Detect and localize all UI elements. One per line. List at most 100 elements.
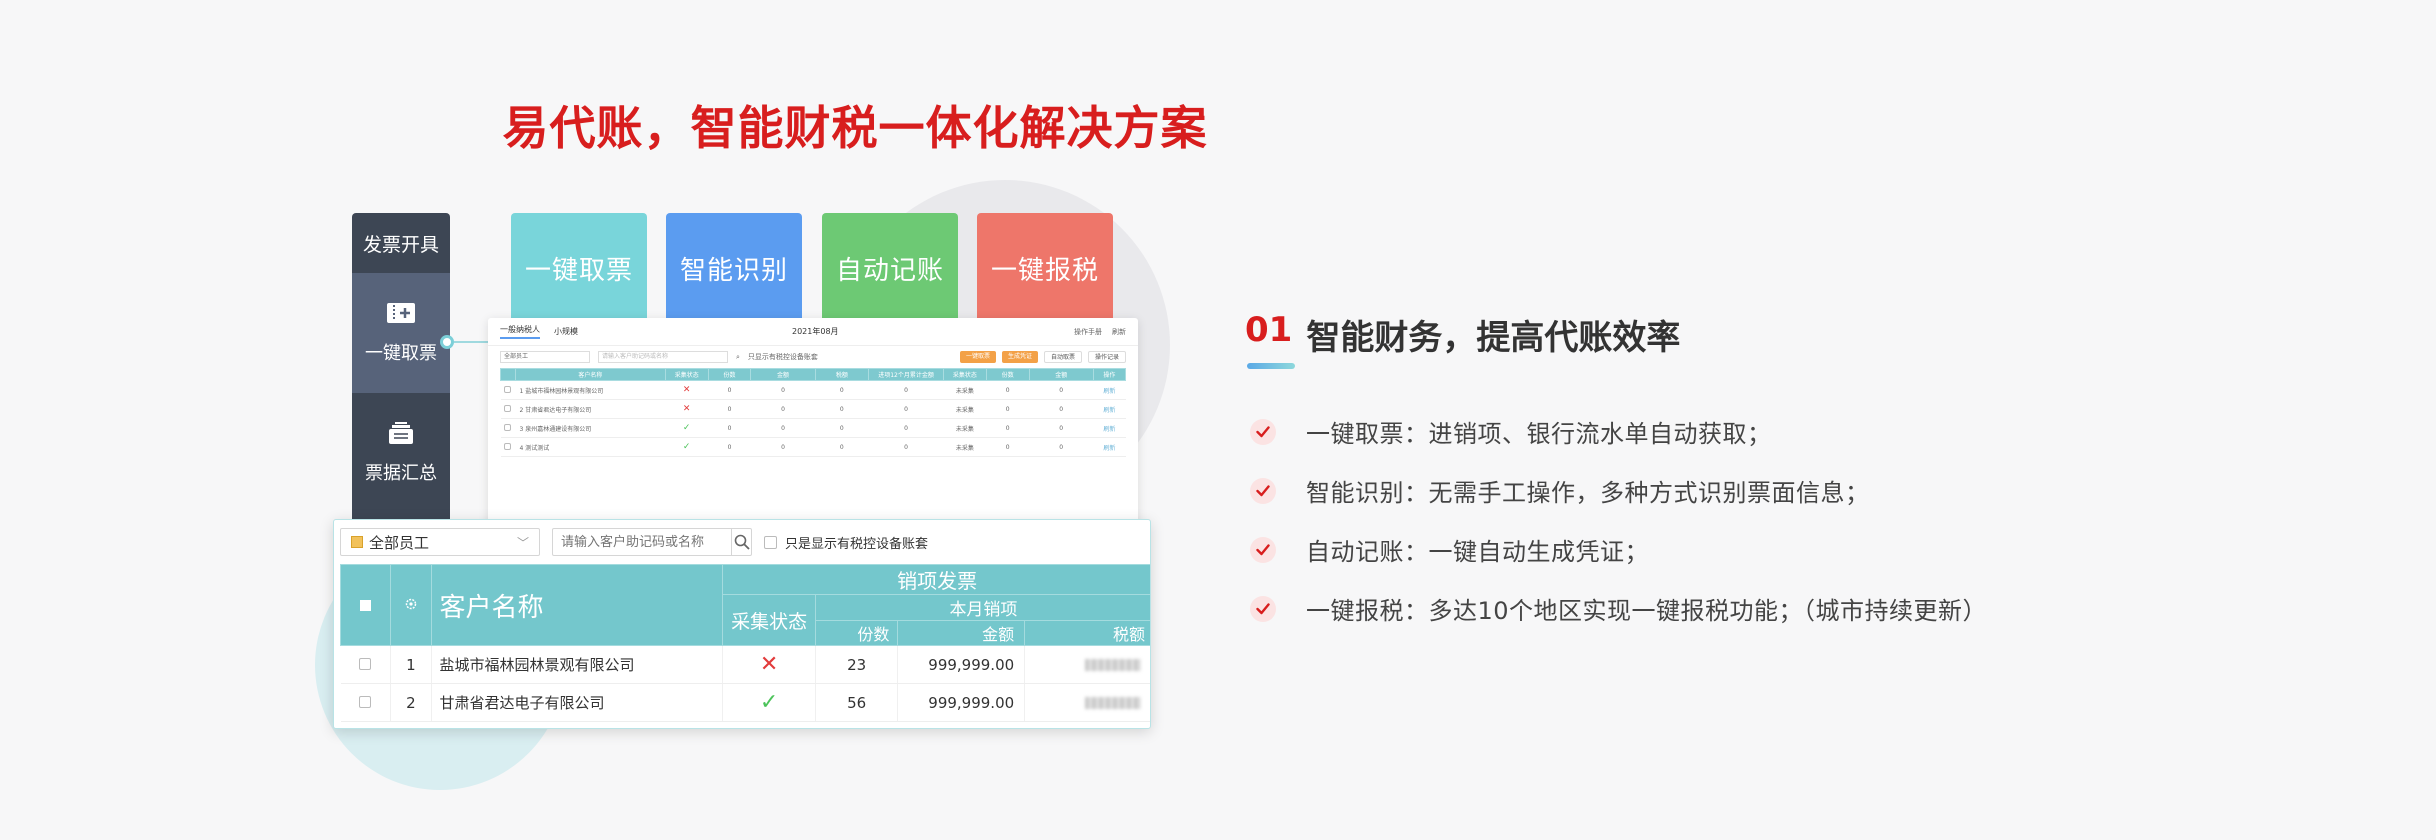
- cell: 0: [1029, 418, 1094, 438]
- sidebar-header[interactable]: 发票开具: [352, 213, 450, 273]
- table-row[interactable]: 1 盐城市福林园林景观有限公司 ✕ 23 999,999.00: [340, 645, 1150, 684]
- select-all-header[interactable]: [500, 368, 516, 381]
- select-all-header[interactable]: [339, 564, 392, 646]
- cell: 0: [750, 437, 816, 457]
- status-fail-icon: ✕: [722, 645, 816, 684]
- header-count: 份数: [707, 368, 752, 381]
- row-checkbox[interactable]: [359, 657, 372, 670]
- cell: 0: [986, 418, 1030, 438]
- cell: 未采集: [943, 399, 987, 419]
- list-item: 一键报税：多达10个地区实现一键报税功能；（城市持续更新）: [1250, 579, 1987, 638]
- cell: 0: [815, 418, 869, 438]
- cell: 0: [708, 437, 751, 457]
- operation-log-button[interactable]: 操作记录: [1087, 351, 1126, 363]
- tile-one-click-fetch[interactable]: 一键取票: [511, 213, 647, 323]
- mini-table: 客户名称 采集状态 份数 金额 税额 进项12个月累计金额 采集状态 份数 金额…: [500, 368, 1127, 457]
- cell: 未采集: [943, 418, 987, 438]
- row-checkbox[interactable]: [504, 442, 512, 450]
- fetch-button[interactable]: 一键取票: [959, 351, 996, 363]
- sidebar-item-label: 一键取票: [365, 343, 437, 364]
- tile-auto-bookkeeping[interactable]: 自动记账: [822, 213, 958, 323]
- manual-link[interactable]: 操作手册: [1074, 327, 1102, 337]
- row-index: 1: [390, 645, 432, 684]
- cell: 0: [986, 437, 1030, 457]
- tile-one-click-tax-filing[interactable]: 一键报税: [977, 213, 1113, 323]
- cell: 0: [815, 437, 869, 457]
- feature-text: 一键报税：多达10个地区实现一键报税功能；（城市持续更新）: [1306, 597, 1988, 625]
- refresh-link[interactable]: 刷新: [1093, 380, 1126, 400]
- cell: 0: [708, 418, 751, 438]
- status-ok-icon: ✓: [665, 418, 709, 438]
- feature-text: 自动记账：一键自动生成凭证；: [1306, 538, 1649, 566]
- list-item: 自动记账：一键自动生成凭证；: [1250, 520, 1987, 579]
- status-fail-icon: ✕: [665, 399, 709, 419]
- header-tax: 税额: [814, 368, 870, 381]
- cell: 0: [986, 380, 1030, 400]
- receipt-stack-icon: [389, 422, 413, 444]
- tile-smart-recognition[interactable]: 智能识别: [666, 213, 802, 323]
- search-input[interactable]: 请输入客户助记码或名称: [598, 351, 728, 363]
- connector-dot: [440, 335, 454, 349]
- feature-text: 一键取票：进销项、银行流水单自动获取；: [1306, 420, 1772, 448]
- header-amount-2: 金额: [1028, 368, 1094, 381]
- invoice-amount: 999,999.00: [897, 683, 1026, 722]
- cell: 未采集: [943, 437, 987, 457]
- auto-fetch-button[interactable]: 自动取票: [1043, 351, 1082, 363]
- cell: 0: [1029, 399, 1094, 419]
- sidebar-item-one-click-fetch[interactable]: 一键取票: [352, 273, 450, 393]
- page-title: 易代账，智能财税一体化解决方案: [502, 101, 1208, 155]
- generate-voucher-button[interactable]: 生成凭证: [1001, 351, 1038, 363]
- refresh-link[interactable]: 刷新: [1093, 418, 1126, 438]
- table-row[interactable]: 4 测试测试 ✓ 0 0 0 0 未采集 0 0 刷新: [500, 437, 1126, 457]
- cell: 0: [750, 399, 816, 419]
- table-row[interactable]: 2 甘肃省君达电子有限公司 ✕ 0 0 0 0 未采集 0 0 刷新: [500, 399, 1126, 419]
- section-heading: 智能财务，提高代账效率: [1306, 318, 1681, 358]
- check-icon: [1250, 536, 1276, 563]
- tab-general-taxpayer[interactable]: 一般纳税人: [500, 324, 540, 339]
- search-input[interactable]: [553, 529, 731, 555]
- refresh-link[interactable]: 刷新: [1093, 399, 1126, 419]
- row-checkbox[interactable]: [359, 695, 372, 708]
- table-row[interactable]: 2 甘肃省君达电子有限公司 ✓ 56 999,999.00: [340, 683, 1150, 722]
- cell: 0: [750, 418, 816, 438]
- list-item: 智能识别：无需手工操作，多种方式识别票面信息；: [1250, 461, 1987, 520]
- header-count-2: 份数: [985, 368, 1030, 381]
- search-box: [552, 528, 752, 556]
- tab-small-scale[interactable]: 小规模: [554, 326, 578, 337]
- search-icon[interactable]: ⌕: [736, 353, 740, 362]
- customer-name: 3 泉州嘉林通建设有限公司: [515, 418, 666, 438]
- search-button[interactable]: [731, 529, 751, 555]
- settings-header[interactable]: [390, 564, 432, 646]
- invoice-count: 56: [815, 683, 899, 722]
- refresh-link[interactable]: 刷新: [1112, 327, 1126, 337]
- row-checkbox[interactable]: [504, 404, 512, 412]
- search-icon: [734, 534, 750, 550]
- sidebar-item-receipt-summary[interactable]: 票据汇总: [352, 393, 450, 513]
- header-amount: 金额: [897, 620, 1026, 646]
- cell: 0: [815, 380, 869, 400]
- select-all-checkbox[interactable]: [360, 599, 372, 611]
- cell: 0: [815, 399, 869, 419]
- customer-name: 1 盐城市福林园林景观有限公司: [515, 380, 666, 400]
- device-filter-checkbox[interactable]: 只是显示有税控设备账套: [764, 533, 928, 552]
- month-label[interactable]: 2021年08月: [792, 326, 839, 337]
- device-filter-checkbox[interactable]: 只显示有税控设备账套: [748, 352, 818, 362]
- checkbox-box[interactable]: [764, 535, 777, 549]
- cell: 0: [708, 399, 751, 419]
- staff-select[interactable]: 全部员工 ﹀: [340, 528, 540, 556]
- row-checkbox[interactable]: [504, 385, 512, 393]
- tax-amount-blurred: [1024, 683, 1150, 722]
- cell: 0: [1029, 437, 1094, 457]
- header-customer: 客户名称: [430, 564, 724, 646]
- staff-select[interactable]: 全部员工: [500, 351, 590, 363]
- refresh-link[interactable]: 刷新: [1093, 437, 1126, 457]
- header-operation: 操作: [1092, 368, 1127, 381]
- row-checkbox[interactable]: [504, 423, 512, 431]
- section-number: 01: [1245, 310, 1293, 350]
- customer-name: 盐城市福林园林景观有限公司: [431, 645, 724, 684]
- cell: 0: [986, 399, 1030, 419]
- table-row[interactable]: 3 泉州嘉林通建设有限公司 ✓ 0 0 0 0 未采集 0 0 刷新: [500, 418, 1126, 438]
- header-amount: 金额: [750, 368, 816, 381]
- table-row[interactable]: 1 盐城市福林园林景观有限公司 ✕ 0 0 0 0 未采集 0 0 刷新: [500, 380, 1126, 400]
- feature-text: 智能识别：无需手工操作，多种方式识别票面信息；: [1306, 479, 1870, 507]
